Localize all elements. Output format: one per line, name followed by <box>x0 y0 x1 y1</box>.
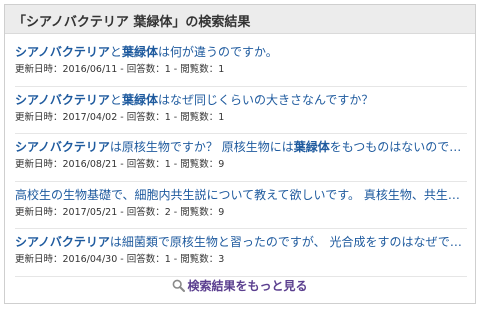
result-meta: 更新日時：2016/08/21 - 回答数：1 - 閲覧数：9 <box>15 159 225 170</box>
result-title-link[interactable]: シアノバクテリアと葉緑体はなぜ同じくらいの大きさなんですか？ <box>15 91 467 109</box>
result-meta: 更新日時：2017/05/21 - 回答数：2 - 閲覧数：9 <box>15 206 225 218</box>
result-title-link[interactable]: シアノバクテリアと葉緑体は何が違うのですか。 <box>15 43 467 61</box>
title-keyword: 葉緑体 <box>121 45 158 59</box>
title-text: と <box>109 92 122 107</box>
list-item: シアノバクテリアは細菌類で原核生物と習ったのですが、 光合成をすのはなぜでし… … <box>15 229 467 277</box>
more-results-link[interactable]: 検索結果をもっと見る <box>5 277 475 294</box>
list-item: 高校生の生物基礎で、細胞内共生説について教えて欲しいです。 真核生物、共生、… … <box>15 182 467 229</box>
title-keyword: 葉緑体 <box>121 92 158 107</box>
title-text: は何が違うのですか。 <box>157 45 278 59</box>
result-meta: 更新日時：2016/06/11 - 回答数：1 - 閲覧数：1 <box>15 64 225 75</box>
list-item: シアノバクテリアは原核生物ですか？ 原核生物には葉緑体をもつものはないのです… … <box>15 134 467 182</box>
result-meta: 更新日時：2017/04/02 - 回答数：1 - 閲覧数：1 <box>15 111 225 123</box>
more-results-label: 検索結果をもっと見る <box>187 279 308 293</box>
result-title-link[interactable]: シアノバクテリアは原核生物ですか？ 原核生物には葉緑体をもつものはないのです… <box>15 138 467 156</box>
list-item: シアノバクテリアと葉緑体は何が違うのですか。 更新日時：2016/06/11 -… <box>15 39 467 87</box>
result-meta: 更新日時：2016/04/30 - 回答数：1 - 閲覧数：3 <box>15 254 225 265</box>
title-text: は原核生物ですか？ 原核生物には <box>109 140 294 154</box>
title-text: をもつものはないのです… <box>329 140 467 154</box>
results-list: シアノバクテリアと葉緑体は何が違うのですか。 更新日時：2016/06/11 -… <box>15 39 467 277</box>
title-keyword: シアノバクテリア <box>15 235 110 249</box>
title-text: は細菌類で原核生物と習ったのですが、 光合成をすのはなぜでし… <box>109 235 467 249</box>
result-title-link[interactable]: シアノバクテリアは細菌類で原核生物と習ったのですが、 光合成をすのはなぜでし… <box>15 233 467 251</box>
result-title-link[interactable]: 高校生の生物基礎で、細胞内共生説について教えて欲しいです。 真核生物、共生、… <box>15 186 467 204</box>
list-item: シアノバクテリアと葉緑体はなぜ同じくらいの大きさなんですか？ 更新日時：2017… <box>15 87 467 134</box>
title-keyword: シアノバクテリア <box>15 140 110 154</box>
title-keyword: 葉緑体 <box>293 140 330 154</box>
title-text: はなぜ同じくらいの大きさなんですか？ <box>157 92 374 107</box>
search-results-panel: 「シアノバクテリア 葉緑体」の検索結果 シアノバクテリアと葉緑体は何が違うのです… <box>4 4 476 304</box>
search-icon <box>173 279 186 292</box>
title-keyword: シアノバクテリア <box>15 45 110 59</box>
title-keyword: シアノバクテリア <box>15 92 110 107</box>
title-text: と <box>109 45 122 59</box>
panel-title: 「シアノバクテリア 葉緑体」の検索結果 <box>5 5 475 34</box>
title-text: 高校生の生物基礎で、細胞内共生説について教えて欲しいです。 真核生物、共生、… <box>15 187 467 202</box>
